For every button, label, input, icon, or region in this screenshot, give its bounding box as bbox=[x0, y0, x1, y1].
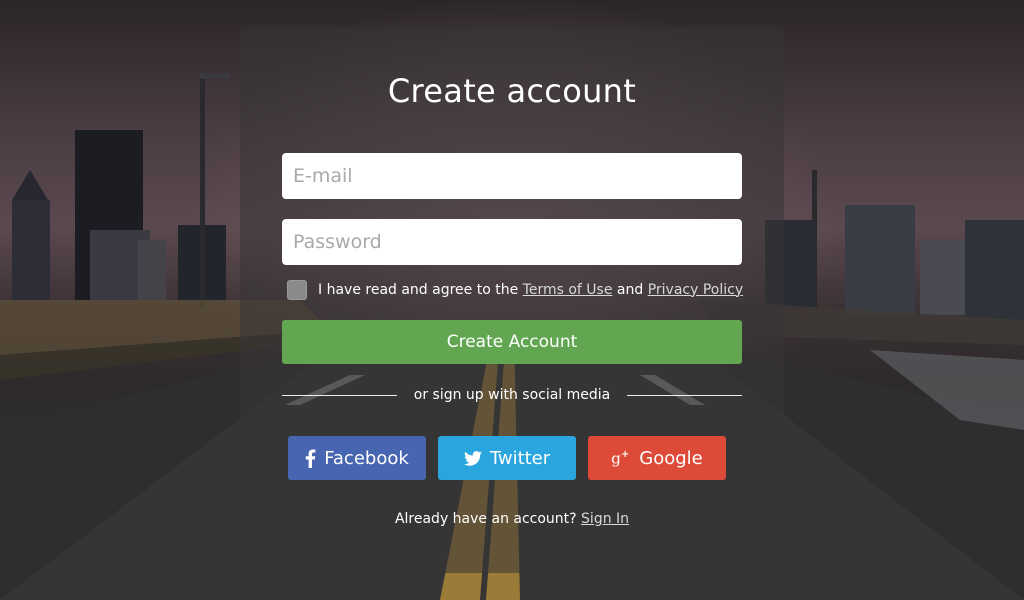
privacy-policy-link[interactable]: Privacy Policy bbox=[648, 282, 743, 298]
email-field[interactable] bbox=[282, 153, 742, 199]
create-account-button[interactable]: Create Account bbox=[282, 320, 742, 364]
agree-and-text: and bbox=[616, 281, 644, 298]
terms-agreement: I have read and agree to the Terms of Us… bbox=[287, 279, 743, 300]
facebook-label: Facebook bbox=[324, 447, 409, 469]
divider-left bbox=[282, 395, 397, 396]
page-title: Create account bbox=[387, 72, 637, 110]
signin-prompt: Already have an account? Sign In bbox=[240, 511, 784, 527]
svg-text:+: + bbox=[621, 449, 629, 460]
terms-of-use-link[interactable]: Terms of Use bbox=[523, 282, 613, 298]
twitter-button[interactable]: Twitter bbox=[438, 436, 576, 480]
social-divider-text: or sign up with social media bbox=[413, 387, 611, 403]
divider-right bbox=[627, 395, 742, 396]
signin-prompt-text: Already have an account? bbox=[394, 511, 577, 527]
google-plus-icon: g + bbox=[611, 449, 631, 467]
svg-text:g: g bbox=[611, 449, 621, 467]
password-field[interactable] bbox=[282, 219, 742, 265]
twitter-icon bbox=[463, 450, 482, 466]
facebook-button[interactable]: Facebook bbox=[288, 436, 426, 480]
google-button[interactable]: g + Google bbox=[588, 436, 726, 480]
agree-checkbox[interactable] bbox=[287, 279, 307, 300]
google-label: Google bbox=[639, 447, 703, 469]
sign-in-link[interactable]: Sign In bbox=[581, 511, 629, 527]
twitter-label: Twitter bbox=[489, 447, 551, 469]
agree-prefix-text: I have read and agree to the bbox=[318, 281, 519, 298]
facebook-icon bbox=[305, 448, 316, 468]
